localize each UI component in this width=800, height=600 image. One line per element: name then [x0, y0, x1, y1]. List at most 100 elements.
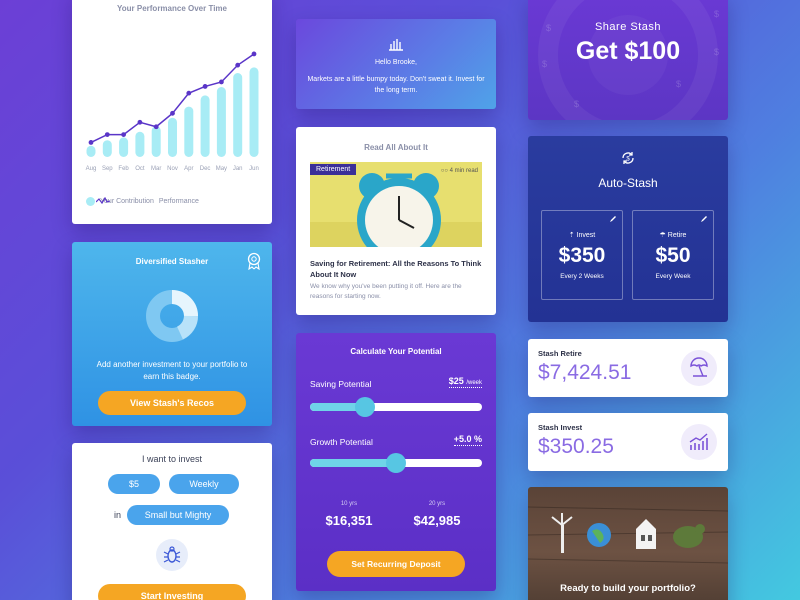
growth-label: Growth Potential [310, 437, 373, 447]
contribution-bar [249, 67, 259, 157]
contribution-bar [216, 87, 226, 157]
calculator-card: Calculate Your Potential Saving Potentia… [296, 333, 496, 591]
calculator-title: Calculate Your Potential [350, 347, 442, 356]
contribution-legend-dot [86, 197, 95, 206]
performance-chart: Aug Sep Feb Oct Mar Nov Apr Dec May Jan Jun [86, 51, 259, 172]
contribution-bar [200, 95, 210, 157]
performance-point [251, 51, 257, 57]
performance-card: Your Performance Over Time Aug Sep Feb Oct M… [72, 0, 272, 224]
stash-invest-name: Stash Invest [538, 423, 583, 432]
greeting-text: Hello Brooke, [374, 59, 418, 66]
month-tick-label: Aug [86, 166, 97, 172]
month-tick-label: Jun [249, 166, 259, 172]
performance-point [104, 132, 110, 138]
auto-stash-invest-frequency: Every 2 Weeks [560, 273, 604, 280]
glasses-icon: ○○ [440, 168, 448, 174]
performance-point [202, 84, 208, 89]
article-section-title: Read All About It [364, 143, 428, 152]
stash-retire-name: Stash Retire [538, 349, 582, 358]
auto-stash-invest-box[interactable]: ⇡ Invest $350 Every 2 Weeks [541, 210, 623, 300]
contribution-bar [184, 106, 194, 157]
edit-pencil-icon[interactable] [609, 215, 617, 223]
saving-slider-handle[interactable] [355, 397, 376, 417]
performance-legend-label: Performance [158, 198, 199, 205]
growth-slider-track[interactable] [310, 453, 482, 473]
growth-value[interactable]: +5.0 % [453, 434, 482, 446]
saving-label: Saving Potential [310, 379, 372, 389]
term-2-amount: $42,985 [413, 513, 461, 528]
month-tick-label: May [216, 166, 227, 172]
growth-slider-handle[interactable] [386, 453, 406, 473]
svg-text:$: $ [626, 157, 630, 163]
build-portfolio-card[interactable]: Ready to build your portfolio? [528, 487, 728, 600]
saving-slider-track[interactable] [310, 397, 482, 417]
share-stash-card[interactable]: $ $ $ $ $ $ Share Stash Get $100 [528, 0, 728, 120]
amount-select[interactable]: $5 [108, 474, 160, 494]
performance-point [235, 62, 241, 68]
performance-point [186, 90, 192, 96]
saving-value[interactable]: $25 /week [448, 376, 482, 388]
contribution-bar [86, 145, 96, 157]
greeting-message: Markets are a little bumpy today. Don't … [307, 76, 485, 94]
article-card[interactable]: Read All About It Retirement ○○ 4 min re… [296, 127, 496, 315]
performance-point [219, 79, 224, 85]
performance-point [153, 124, 159, 130]
stash-bug-icon [156, 539, 188, 571]
edit-pencil-icon[interactable] [700, 215, 708, 223]
read-time: ○○ 4 min read [440, 168, 478, 174]
diversified-message: Add another investment to your portfolio… [96, 360, 248, 381]
month-tick-label: Sep [102, 166, 113, 172]
auto-stash-card: $ Auto-Stash ⇡ Invest $350 Every 2 Weeks… [528, 136, 728, 322]
article-image[interactable]: Retirement ○○ 4 min read [310, 162, 482, 247]
stash-select[interactable]: Small but Mighty [127, 505, 229, 525]
set-recurring-deposit-button[interactable]: Set Recurring Deposit [327, 551, 465, 577]
invest-form-title: I want to invest [141, 454, 203, 464]
month-tick-label: Nov [167, 166, 178, 172]
growth-chart-icon [681, 424, 717, 460]
performance-point [170, 110, 175, 116]
diversified-stasher-card: Diversified Stasher Add another investme… [72, 242, 272, 426]
term-2-label: 20 yrs [428, 501, 446, 507]
stash-logo-icon [389, 39, 403, 51]
stash-invest-card[interactable]: Stash Invest $350.25 [528, 413, 728, 471]
month-tick-label: Oct [135, 166, 145, 172]
build-portfolio-cta[interactable]: Ready to build your portfolio? [528, 583, 728, 594]
share-title: Share Stash [594, 21, 662, 33]
article-summary: We know why you've been putting it off. … [310, 283, 462, 300]
svg-text:$: $ [714, 9, 719, 19]
term-1-amount: $16,351 [325, 513, 373, 528]
auto-stash-retire-frequency: Every Week [655, 273, 691, 280]
svg-text:$: $ [676, 79, 681, 89]
ribbon-badge-icon [247, 252, 261, 270]
stash-invest-amount: $350.25 [538, 435, 614, 458]
month-tick-label: Jan [233, 166, 243, 172]
month-tick-label: Feb [118, 166, 129, 172]
contribution-bar [135, 131, 145, 157]
in-label: in [114, 510, 122, 520]
contribution-bar [168, 117, 177, 157]
diversified-title: Diversified Stasher [135, 257, 209, 266]
stash-retire-card[interactable]: Stash Retire $7,424.51 [528, 339, 728, 397]
invest-form-card: I want to invest $5 Weekly in Small but … [72, 443, 272, 600]
portfolio-donut-icon [146, 290, 198, 342]
auto-stash-cycle-icon: $ [622, 152, 634, 164]
growth-slider-fill [310, 459, 396, 467]
performance-point [121, 132, 126, 138]
frequency-select[interactable]: Weekly [169, 474, 239, 494]
share-offer: Get $100 [575, 37, 681, 65]
contribution-bar [119, 137, 129, 157]
auto-stash-invest-amount: $350 [558, 244, 606, 267]
auto-stash-title: Auto-Stash [598, 176, 658, 190]
greeting-card: Hello Brooke, Markets are a little bumpy… [296, 19, 496, 109]
term-1-label: 10 yrs [340, 501, 358, 507]
auto-stash-retire-box[interactable]: ☂ Retire $50 Every Week [632, 210, 714, 300]
performance-point [137, 119, 143, 125]
month-tick-label: Apr [184, 166, 193, 172]
article-headline[interactable]: Saving for Retirement: All the Reasons T… [310, 258, 486, 280]
view-recos-button[interactable]: View Stash's Recos [98, 391, 246, 415]
month-tick-label: Dec [200, 166, 211, 172]
performance-legend-icon [96, 197, 110, 205]
start-investing-button[interactable]: Start Investing [98, 584, 246, 600]
portfolio-items-illustration [528, 506, 728, 564]
svg-text:$: $ [574, 99, 579, 109]
